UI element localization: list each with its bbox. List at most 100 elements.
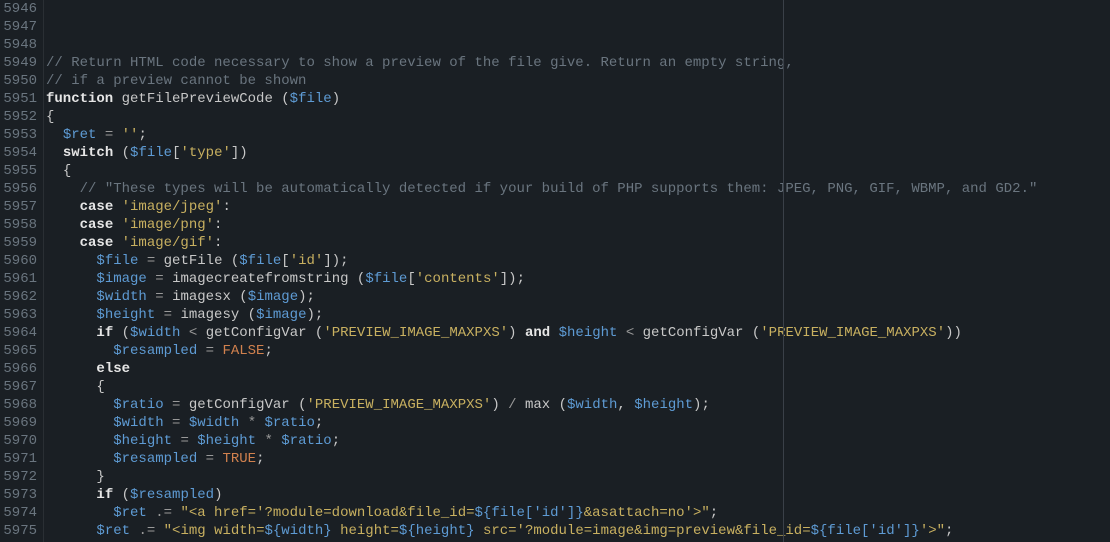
code-line[interactable]: $ret .= "<a href='?module=download&file_… (46, 504, 1110, 522)
code-line[interactable]: $resampled = FALSE; (46, 342, 1110, 360)
code-token: ) (954, 324, 962, 342)
code-token (550, 396, 558, 414)
code-line[interactable]: $ratio = getConfigVar ('PREVIEW_IMAGE_MA… (46, 396, 1110, 414)
code-token (197, 450, 205, 468)
code-token (46, 360, 96, 378)
line-number-gutter: 5946594759485949595059515952595359545955… (0, 0, 44, 542)
code-token: ; (332, 432, 340, 450)
code-token: : (214, 216, 222, 234)
code-token: $width (567, 396, 617, 414)
code-token: ( (239, 288, 247, 306)
code-line[interactable]: function getFilePreviewCode ($file) (46, 90, 1110, 108)
code-token (256, 414, 264, 432)
code-token: function (46, 90, 113, 108)
code-token: case (80, 234, 114, 252)
code-token (164, 270, 172, 288)
line-number: 5957 (0, 198, 37, 216)
code-token (155, 252, 163, 270)
code-line[interactable]: if ($resampled) (46, 486, 1110, 504)
code-token: = (180, 432, 188, 450)
code-token: ${height} (399, 522, 475, 540)
code-token (626, 396, 634, 414)
code-token: : (222, 198, 230, 216)
code-token: 'id' (290, 252, 324, 270)
code-line[interactable]: // if a preview cannot be shown (46, 72, 1110, 90)
code-token: = (206, 342, 214, 360)
line-number: 5966 (0, 360, 37, 378)
code-line[interactable]: $image = imagecreatefromstring ($file['c… (46, 270, 1110, 288)
code-token: ] (500, 270, 508, 288)
code-line[interactable]: { (46, 378, 1110, 396)
code-token: ] (231, 144, 239, 162)
code-token: $file (96, 252, 138, 270)
code-token (46, 378, 96, 396)
code-token: $file (365, 270, 407, 288)
code-line[interactable]: $ret .= "<img width=${width} height=${he… (46, 522, 1110, 540)
line-number: 5951 (0, 90, 37, 108)
code-token: { (96, 378, 104, 396)
code-token (290, 396, 298, 414)
code-token (349, 270, 357, 288)
code-token (222, 252, 230, 270)
line-number: 5968 (0, 396, 37, 414)
code-token (46, 414, 113, 432)
code-line[interactable]: if ($width < getConfigVar ('PREVIEW_IMAG… (46, 324, 1110, 342)
code-token: $file (239, 252, 281, 270)
code-token (46, 216, 80, 234)
code-token: ( (231, 252, 239, 270)
code-token: ; (315, 414, 323, 432)
code-line[interactable]: } (46, 468, 1110, 486)
code-line[interactable]: case 'image/jpeg': (46, 198, 1110, 216)
code-token: getConfigVar (189, 396, 290, 414)
code-line[interactable]: { (46, 162, 1110, 180)
code-line[interactable]: // Return HTML code necessary to show a … (46, 54, 1110, 72)
code-token (46, 144, 63, 162)
code-line[interactable]: else (46, 360, 1110, 378)
code-token: 'type' (180, 144, 230, 162)
code-token: TRUE (222, 450, 256, 468)
code-line[interactable]: $ret = ''; (46, 126, 1110, 144)
code-token (180, 396, 188, 414)
code-line[interactable]: case 'image/png': (46, 216, 1110, 234)
code-token: .= (138, 522, 155, 540)
line-number: 5971 (0, 450, 37, 468)
line-number: 5965 (0, 342, 37, 360)
code-line[interactable]: // "These types will be automatically de… (46, 180, 1110, 198)
line-number: 5967 (0, 378, 37, 396)
code-token: '' (122, 126, 139, 144)
line-number: 5952 (0, 108, 37, 126)
code-token (517, 396, 525, 414)
code-token: ; (701, 396, 709, 414)
code-token (164, 288, 172, 306)
code-token: $ratio (113, 396, 163, 414)
line-number: 5956 (0, 180, 37, 198)
code-token: imagecreatefromstring (172, 270, 348, 288)
code-token (550, 324, 558, 342)
code-token: if (96, 324, 113, 342)
code-token: height= (332, 522, 399, 540)
code-token (46, 234, 80, 252)
code-token: $height (634, 396, 693, 414)
code-line[interactable]: case 'image/gif': (46, 234, 1110, 252)
code-line[interactable]: $width = imagesx ($image); (46, 288, 1110, 306)
code-line[interactable]: { (46, 108, 1110, 126)
code-token (180, 414, 188, 432)
code-line[interactable]: switch ($file['type']) (46, 144, 1110, 162)
code-token (273, 432, 281, 450)
code-token (46, 324, 96, 342)
code-line[interactable]: $height = imagesy ($image); (46, 306, 1110, 324)
code-line[interactable]: $width = $width * $ratio; (46, 414, 1110, 432)
code-token: ) (332, 90, 340, 108)
code-token: ; (710, 504, 718, 522)
code-editor[interactable]: 5946594759485949595059515952595359545955… (0, 0, 1110, 542)
code-token: case (80, 216, 114, 234)
code-line[interactable]: $file = getFile ($file['id']); (46, 252, 1110, 270)
code-token (214, 450, 222, 468)
code-area[interactable]: // Return HTML code necessary to show a … (44, 0, 1110, 542)
code-token (46, 126, 63, 144)
code-line[interactable]: $resampled = TRUE; (46, 450, 1110, 468)
code-token: ( (298, 396, 306, 414)
code-token: [ (172, 144, 180, 162)
code-token: 'image/jpeg' (122, 198, 223, 216)
code-line[interactable]: $height = $height * $ratio; (46, 432, 1110, 450)
